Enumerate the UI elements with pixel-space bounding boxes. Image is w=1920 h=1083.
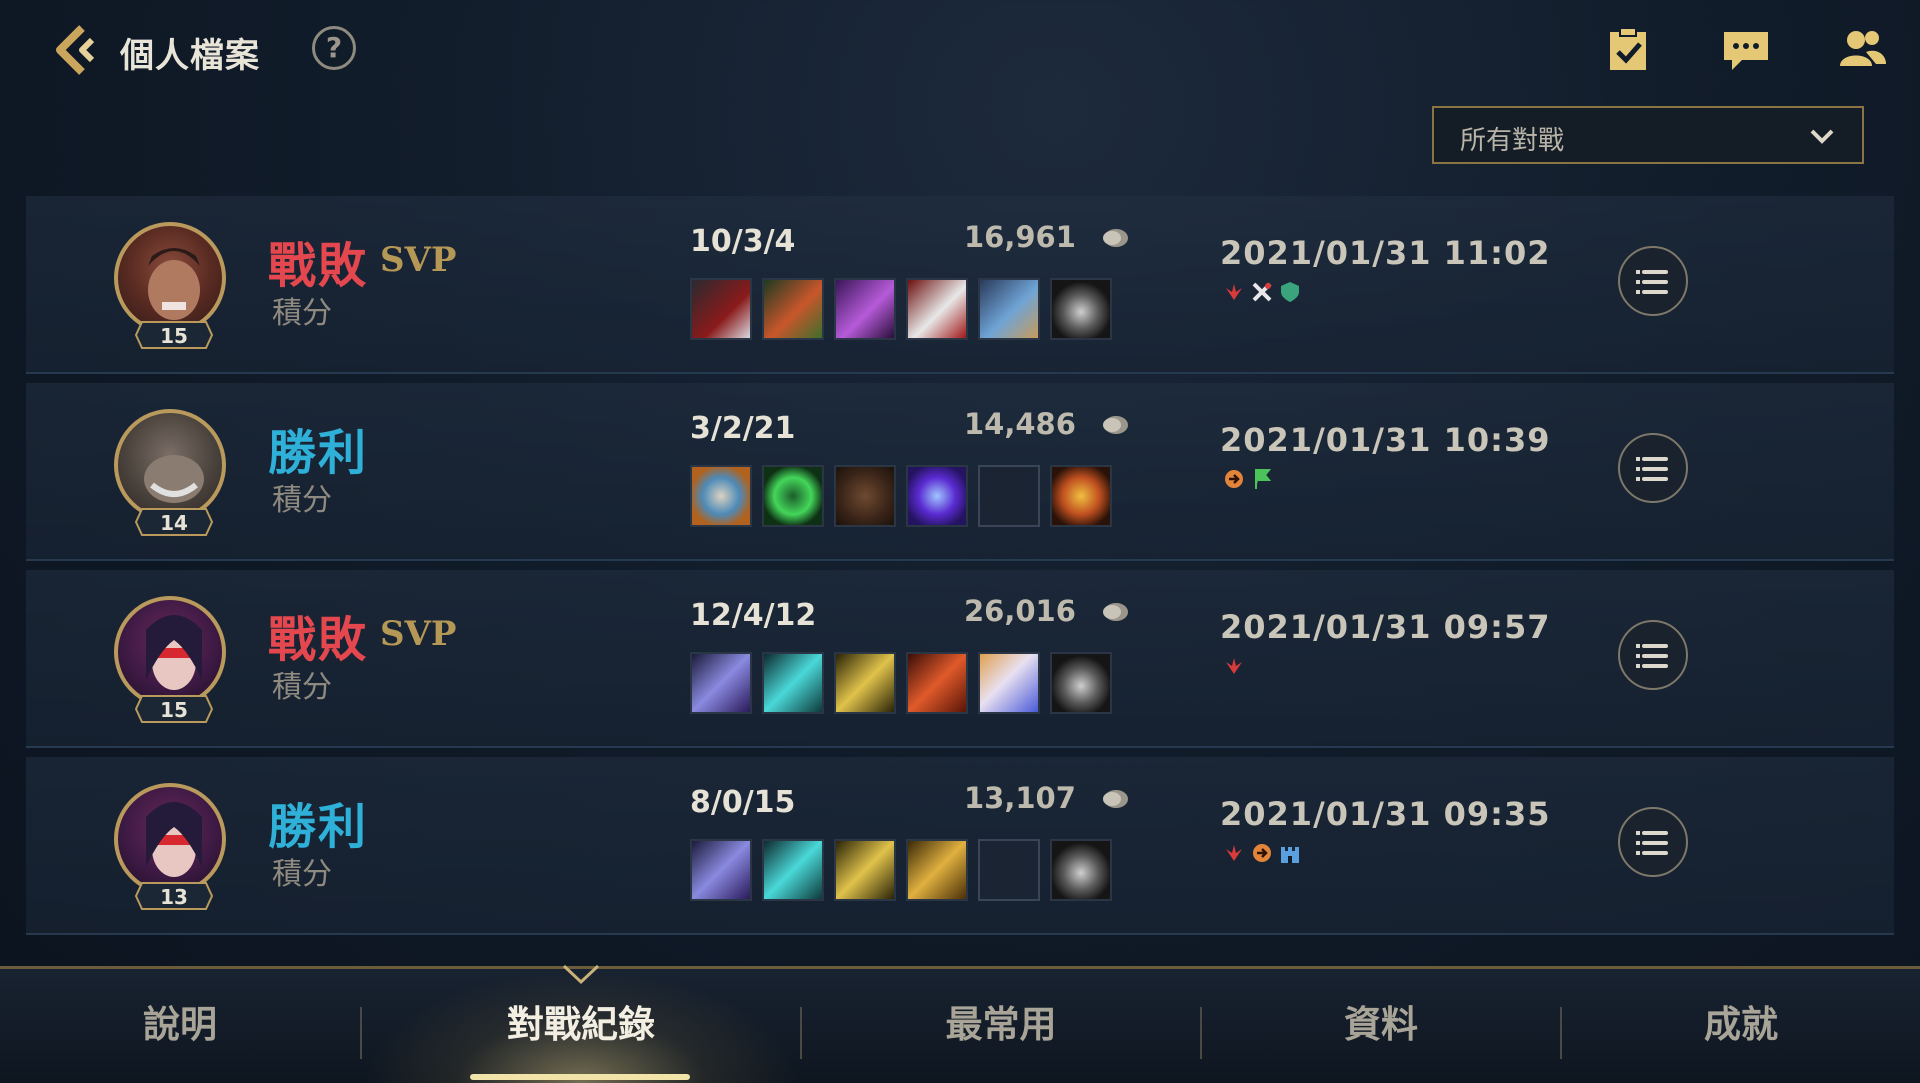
item-slot[interactable] xyxy=(978,278,1040,340)
red-flower-icon xyxy=(1226,658,1242,674)
item-slot[interactable] xyxy=(690,278,752,340)
champion-avatar xyxy=(114,783,226,895)
item-slot[interactable] xyxy=(906,465,968,527)
tab-description[interactable]: 說明 xyxy=(0,969,360,1083)
item-slot-boots[interactable] xyxy=(1050,278,1112,340)
svp-label: SVP xyxy=(380,240,457,280)
champion-avatar xyxy=(114,222,226,334)
item-slot[interactable] xyxy=(690,465,752,527)
match-datetime: 2021/01/31 09:35 xyxy=(1220,795,1551,833)
tab-most-used[interactable]: 最常用 xyxy=(802,969,1200,1083)
match-mode: 積分 xyxy=(272,483,332,518)
gold-amount: 14,486 xyxy=(964,407,1076,441)
match-datetime: 2021/01/31 11:02 xyxy=(1220,234,1551,272)
page-title: 個人檔案 xyxy=(120,36,260,76)
kda: 8/0/15 xyxy=(690,785,796,820)
item-slot[interactable] xyxy=(834,652,896,714)
active-tab-marker-icon xyxy=(562,964,600,985)
level-badge xyxy=(134,882,214,910)
match-detail-button[interactable] xyxy=(1618,620,1688,690)
match-filter-dropdown[interactable]: 所有對戰 xyxy=(1432,106,1864,164)
item-slot[interactable] xyxy=(834,839,896,901)
match-datetime: 2021/01/31 09:57 xyxy=(1220,608,1551,646)
item-slot[interactable] xyxy=(978,652,1040,714)
gold-coin-icon xyxy=(1103,229,1128,247)
chevron-down-icon xyxy=(1810,129,1834,144)
item-slot[interactable] xyxy=(690,839,752,901)
kda: 10/3/4 xyxy=(690,224,796,259)
shield-icon xyxy=(1281,282,1299,302)
gold-coin-icon xyxy=(1103,603,1128,621)
match-mode: 積分 xyxy=(272,670,332,705)
svp-label: SVP xyxy=(380,614,457,654)
champion-avatar xyxy=(114,596,226,708)
bottom-tab-bar: 說明 對戰紀錄 最常用 資料 成就 xyxy=(0,966,1920,1083)
item-slot[interactable] xyxy=(834,278,896,340)
item-slot-empty[interactable] xyxy=(978,465,1040,527)
item-slot[interactable] xyxy=(762,465,824,527)
help-button[interactable]: ? xyxy=(312,26,356,70)
item-slot[interactable] xyxy=(762,839,824,901)
item-slot-boots[interactable] xyxy=(1050,839,1112,901)
tab-data[interactable]: 資料 xyxy=(1202,969,1560,1083)
red-flower-icon xyxy=(1226,845,1242,861)
tab-match-history[interactable]: 對戰紀錄 xyxy=(362,969,800,1083)
match-row[interactable]: 15 戰敗 SVP 積分 12/4/12 26,016 2021/01/31 0… xyxy=(26,570,1894,748)
gold-amount: 16,961 xyxy=(964,220,1076,254)
hand-icon xyxy=(1253,844,1271,862)
item-slot[interactable] xyxy=(834,465,896,527)
item-slot[interactable] xyxy=(906,652,968,714)
gold-coin-icon xyxy=(1103,790,1128,808)
match-result: 戰敗 xyxy=(268,612,369,668)
tower-icon xyxy=(1281,847,1299,863)
match-result: 勝利 xyxy=(268,425,369,481)
level-badge xyxy=(134,695,214,723)
match-detail-button[interactable] xyxy=(1618,433,1688,503)
chat-icon[interactable] xyxy=(1720,24,1772,76)
gold-amount: 13,107 xyxy=(964,781,1076,815)
kda: 12/4/12 xyxy=(690,598,817,633)
kda: 3/2/21 xyxy=(690,411,796,446)
gold-coin-icon xyxy=(1103,416,1128,434)
tab-achievements[interactable]: 成就 xyxy=(1562,969,1920,1083)
level-badge xyxy=(134,321,214,349)
match-detail-button[interactable] xyxy=(1618,246,1688,316)
mission-checklist-icon[interactable] xyxy=(1602,24,1654,76)
item-slot-empty[interactable] xyxy=(978,839,1040,901)
match-result: 勝利 xyxy=(268,799,369,855)
active-tab-underline xyxy=(470,1074,690,1080)
red-flower-icon xyxy=(1226,284,1242,300)
flag-icon xyxy=(1255,469,1272,489)
friends-icon[interactable] xyxy=(1836,24,1888,76)
match-row[interactable]: 15 戰敗 SVP 積分 10/3/4 16,961 2021/01/31 11… xyxy=(26,196,1894,374)
filter-selected-value: 所有對戰 xyxy=(1460,126,1565,156)
item-slot[interactable] xyxy=(906,278,968,340)
match-row[interactable]: 13 勝利 積分 8/0/15 13,107 2021/01/31 09:35 xyxy=(26,757,1894,935)
match-mode: 積分 xyxy=(272,296,332,331)
match-mode: 積分 xyxy=(272,857,332,892)
item-slot[interactable] xyxy=(906,839,968,901)
item-slot-boots[interactable] xyxy=(1050,465,1112,527)
item-slot-boots[interactable] xyxy=(1050,652,1112,714)
item-slot[interactable] xyxy=(690,652,752,714)
level-badge xyxy=(134,508,214,536)
match-detail-button[interactable] xyxy=(1618,807,1688,877)
hand-icon xyxy=(1225,470,1243,488)
match-result: 戰敗 xyxy=(268,238,369,294)
item-slot[interactable] xyxy=(762,278,824,340)
item-slot[interactable] xyxy=(762,652,824,714)
crossed-swords-icon xyxy=(1252,282,1272,302)
match-datetime: 2021/01/31 10:39 xyxy=(1220,421,1551,459)
top-bar: 個人檔案 ? xyxy=(0,0,1920,100)
champion-avatar xyxy=(114,409,226,521)
back-arrow-icon[interactable] xyxy=(48,22,108,78)
match-row[interactable]: 14 勝利 積分 3/2/21 14,486 2021/01/31 10:39 xyxy=(26,383,1894,561)
gold-amount: 26,016 xyxy=(964,594,1076,628)
